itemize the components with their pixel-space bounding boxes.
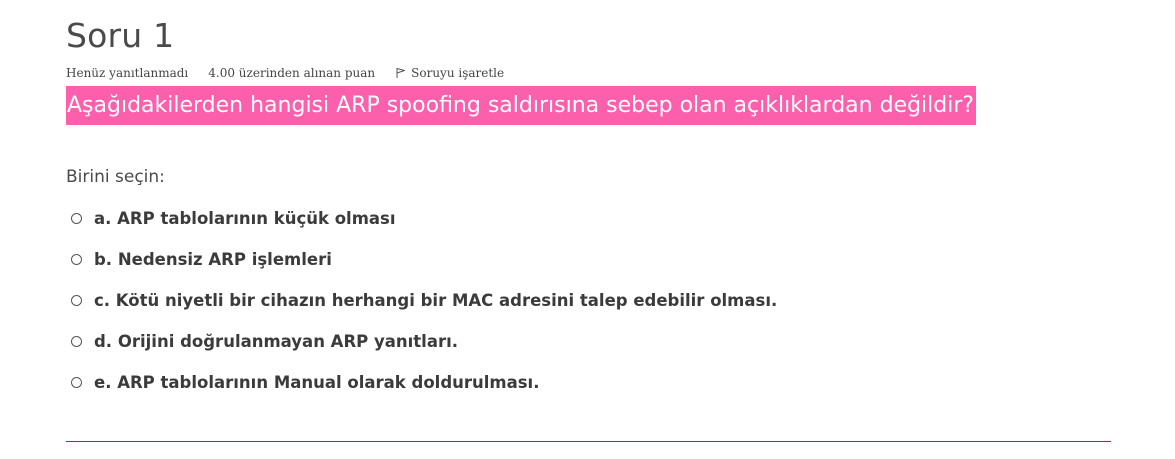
flag-question-label: Soruyu işaretle: [411, 66, 505, 80]
question-header: Soru 1: [66, 14, 174, 58]
question-grade: 4.00 üzerinden alınan puan: [208, 66, 376, 80]
answer-label[interactable]: a. ARP tablolarının küçük olması: [94, 209, 396, 228]
radio-button[interactable]: [71, 213, 82, 224]
answer-label[interactable]: c. Kötü niyetli bir cihazın herhangi bir…: [94, 291, 777, 310]
flag-icon: [396, 68, 406, 78]
question-info: Henüz yanıtlanmadı 4.00 üzerinden alınan…: [66, 66, 504, 80]
answer-option-c[interactable]: c. Kötü niyetli bir cihazın herhangi bir…: [71, 280, 777, 321]
answer-option-b[interactable]: b. Nedensiz ARP işlemleri: [71, 239, 777, 280]
question-state: Henüz yanıtlanmadı: [66, 66, 189, 80]
question-text: Aşağıdakilerden hangisi ARP spoofing sal…: [66, 86, 977, 125]
flag-question-button[interactable]: Soruyu işaretle: [395, 66, 504, 80]
answer-prompt: Birini seçin:: [66, 167, 165, 187]
radio-button[interactable]: [71, 377, 82, 388]
answer-label[interactable]: d. Orijini doğrulanmayan ARP yanıtları.: [94, 332, 458, 351]
divider: [66, 441, 1111, 442]
answer-option-e[interactable]: e. ARP tablolarının Manual olarak doldur…: [71, 362, 777, 403]
answer-label[interactable]: e. ARP tablolarının Manual olarak doldur…: [94, 373, 539, 392]
answer-list: a. ARP tablolarının küçük olması b. Nede…: [71, 198, 777, 403]
radio-button[interactable]: [71, 295, 82, 306]
question-title: Soru 1: [66, 16, 175, 55]
answer-option-d[interactable]: d. Orijini doğrulanmayan ARP yanıtları.: [71, 321, 777, 362]
radio-button[interactable]: [71, 336, 82, 347]
radio-button[interactable]: [71, 254, 82, 265]
answer-option-a[interactable]: a. ARP tablolarının küçük olması: [71, 198, 777, 239]
answer-label[interactable]: b. Nedensiz ARP işlemleri: [94, 250, 332, 269]
